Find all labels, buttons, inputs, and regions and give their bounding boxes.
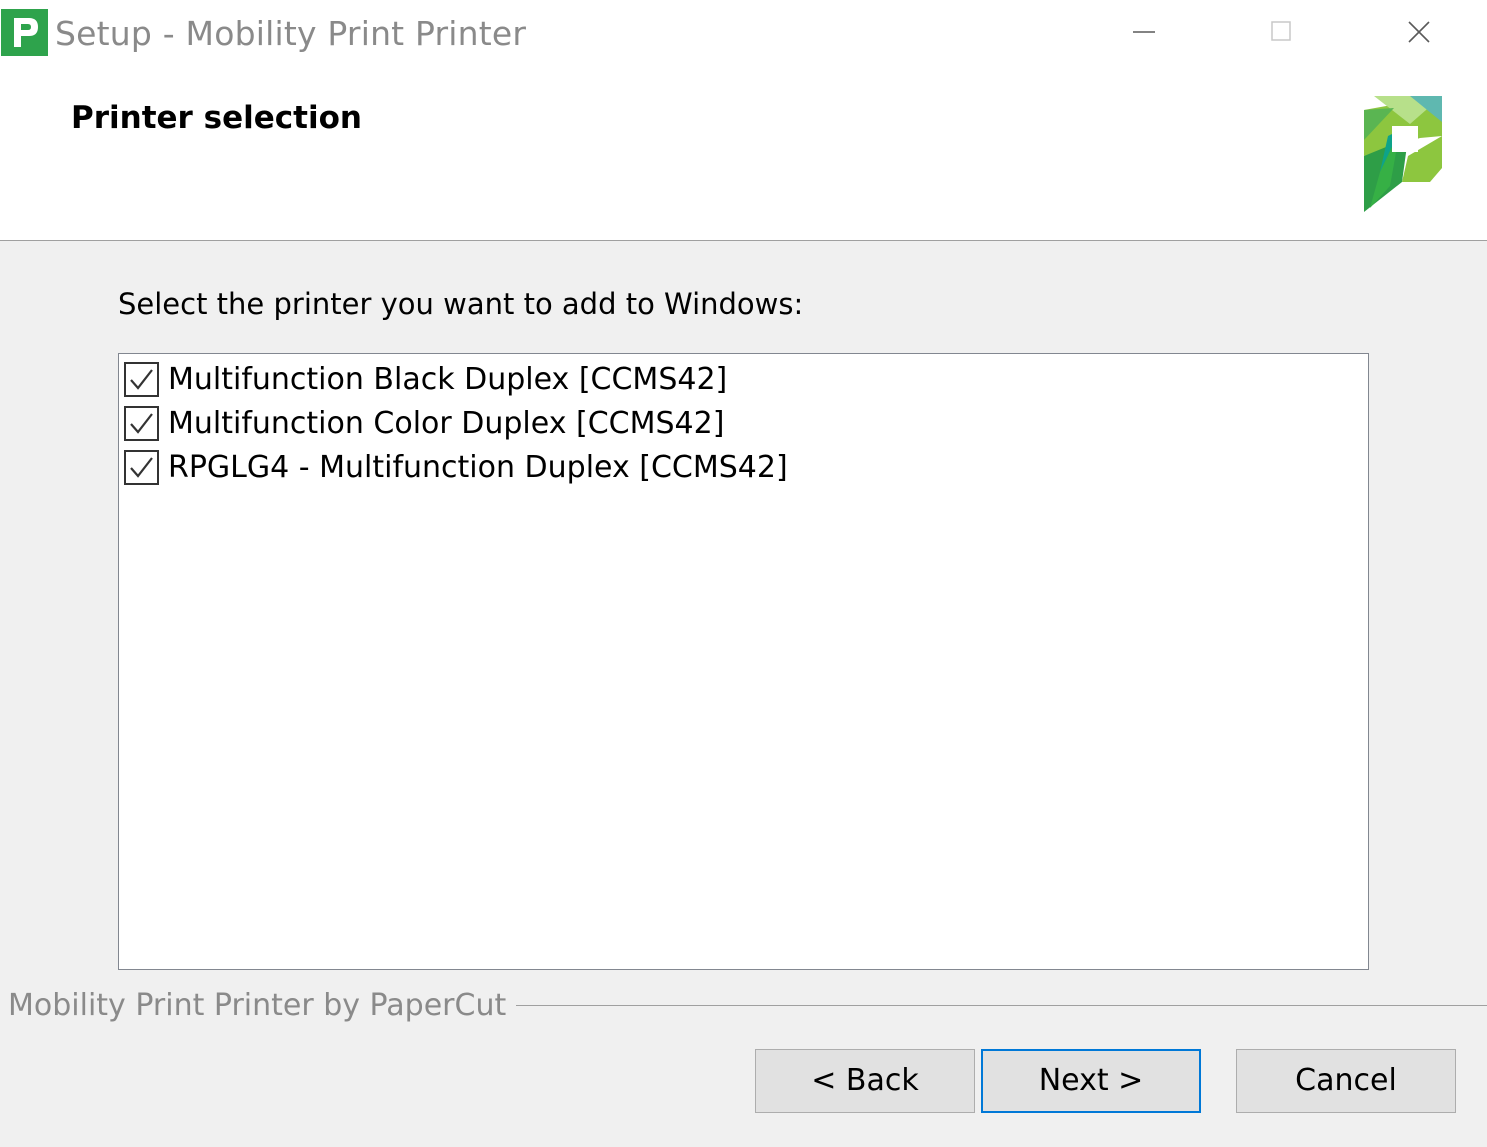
minimize-button[interactable]: [1075, 0, 1213, 64]
papercut-p-icon: [1, 9, 48, 56]
printer-checkbox[interactable]: [124, 406, 159, 441]
branding-row: Mobility Print Printer by PaperCut: [8, 985, 1487, 1029]
checkmark-icon: [124, 406, 159, 441]
checkmark-icon: [124, 450, 159, 485]
instruction-text: Select the printer you want to add to Wi…: [118, 287, 804, 321]
printer-label: RPGLG4 - Multifunction Duplex [CCMS42]: [168, 450, 788, 485]
printer-label: Multifunction Black Duplex [CCMS42]: [168, 362, 728, 397]
title-bar[interactable]: Setup - Mobility Print Printer: [0, 0, 1487, 72]
page-title: Printer selection: [71, 100, 362, 136]
back-button[interactable]: < Back: [755, 1049, 975, 1113]
close-icon: [1408, 21, 1430, 43]
printer-label: Multifunction Color Duplex [CCMS42]: [168, 406, 725, 441]
wizard-header: Printer selection: [0, 72, 1487, 241]
checkmark-icon: [124, 362, 159, 397]
cancel-button[interactable]: Cancel: [1236, 1049, 1456, 1113]
maximize-button[interactable]: [1212, 0, 1350, 64]
branding-text: Mobility Print Printer by PaperCut: [8, 985, 517, 1027]
window-title: Setup - Mobility Print Printer: [55, 14, 527, 53]
next-button[interactable]: Next >: [981, 1049, 1201, 1113]
printer-checkbox[interactable]: [124, 450, 159, 485]
minimize-icon: [1133, 31, 1155, 33]
papercut-logo: [1360, 96, 1444, 212]
maximize-icon: [1271, 21, 1291, 41]
close-button[interactable]: [1350, 0, 1487, 64]
printer-checkbox[interactable]: [124, 362, 159, 397]
printer-list[interactable]: Multifunction Black Duplex [CCMS42] Mult…: [118, 353, 1369, 970]
